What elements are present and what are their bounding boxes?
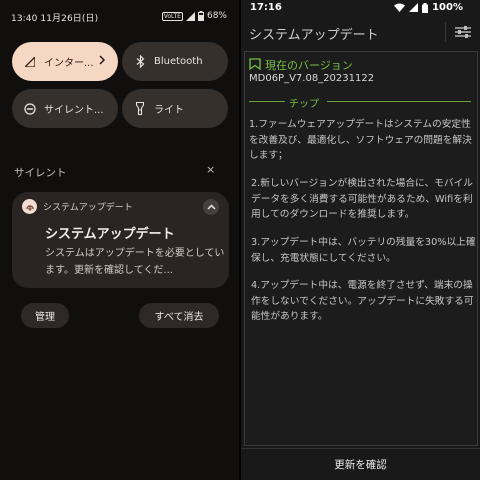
- tip-paragraph-2: 2.新しいバージョンが検出された場合に、モバイルデータを多く消費する可能性がある…: [251, 178, 473, 220]
- tile-silent-label: サイレント...: [44, 105, 104, 116]
- battery-icon: [197, 11, 204, 21]
- divider-line: [327, 101, 471, 102]
- tile-internet[interactable]: インター...: [12, 42, 118, 81]
- update-app-icon: [22, 199, 37, 214]
- check-update-button[interactable]: 更新を確認: [241, 449, 480, 480]
- tip-heading: チップ: [289, 99, 319, 110]
- signal-icon: [23, 55, 37, 69]
- status-indicators: VoLTE 68%: [161, 11, 227, 21]
- tip-paragraph-4: 4.アップデート中は、電源を終了させず、端末の操作をしないでください。アップデー…: [251, 280, 474, 322]
- notification-body: システムはアップデートを必要としています。更新を確認してくだ...: [45, 248, 225, 276]
- divider-line: [249, 101, 285, 102]
- status-indicators: 100%: [394, 2, 463, 13]
- manage-button[interactable]: 管理: [21, 303, 69, 328]
- tile-bluetooth[interactable]: Bluetooth: [122, 42, 228, 81]
- tile-bluetooth-label: Bluetooth: [154, 56, 203, 67]
- bookmark-icon: [249, 58, 261, 70]
- status-time-date: 13:40 11月26日(日): [11, 14, 99, 24]
- notification-app-name: システムアップデート: [43, 203, 133, 213]
- settings-sliders-icon[interactable]: [454, 24, 472, 40]
- do-not-disturb-icon: [23, 102, 37, 116]
- chevron-right-icon: [98, 54, 106, 69]
- close-icon[interactable]: ×: [206, 163, 215, 176]
- tip-paragraph-3: 3.アップデート中は、バッテリの残量を30%以上確保し、充電状態にしてください。: [251, 237, 476, 264]
- tile-flashlight-label: ライト: [154, 105, 184, 116]
- update-notification[interactable]: システムアップデート システムアップデート システムはアップデートを必要としてい…: [12, 192, 229, 288]
- appbar-divider: [445, 22, 446, 42]
- current-version-value: MD06P_V7.08_20231122: [249, 73, 375, 84]
- notification-title: システムアップデート: [45, 227, 175, 242]
- flashlight-icon: [133, 102, 147, 116]
- silent-section-label: サイレント: [14, 167, 67, 179]
- clear-all-button[interactable]: すべて消去: [139, 303, 219, 328]
- notification-shade: 13:40 11月26日(日) VoLTE 68% インター... Blueto…: [0, 0, 239, 480]
- tile-silent[interactable]: サイレント...: [12, 89, 118, 128]
- tile-flashlight[interactable]: ライト: [122, 89, 228, 128]
- status-time: 17:16: [250, 2, 282, 13]
- page-title: システムアップデート: [249, 28, 379, 43]
- wifi-icon: [394, 3, 406, 12]
- notification-header: システムアップデート: [22, 199, 133, 214]
- signal-icon: [409, 3, 419, 12]
- tile-internet-label: インター...: [44, 58, 94, 69]
- system-update-screen: 17:16 100% システムアップデート 現在のバージョン MD06P_V7.…: [241, 0, 480, 480]
- current-version-label: 現在のバージョン: [265, 59, 353, 72]
- battery-percent: 68%: [206, 11, 227, 21]
- tip-paragraph-1: 1.ファームウェアアップデートはシステムの安定性を改善及び、最適化し、ソフトウェ…: [249, 119, 472, 161]
- bluetooth-icon: [133, 55, 147, 69]
- battery-icon: [422, 2, 429, 13]
- signal-icon: [185, 11, 195, 21]
- chevron-up-icon[interactable]: [203, 199, 219, 215]
- battery-percent: 100%: [432, 2, 463, 13]
- volte-icon: VoLTE: [161, 11, 183, 21]
